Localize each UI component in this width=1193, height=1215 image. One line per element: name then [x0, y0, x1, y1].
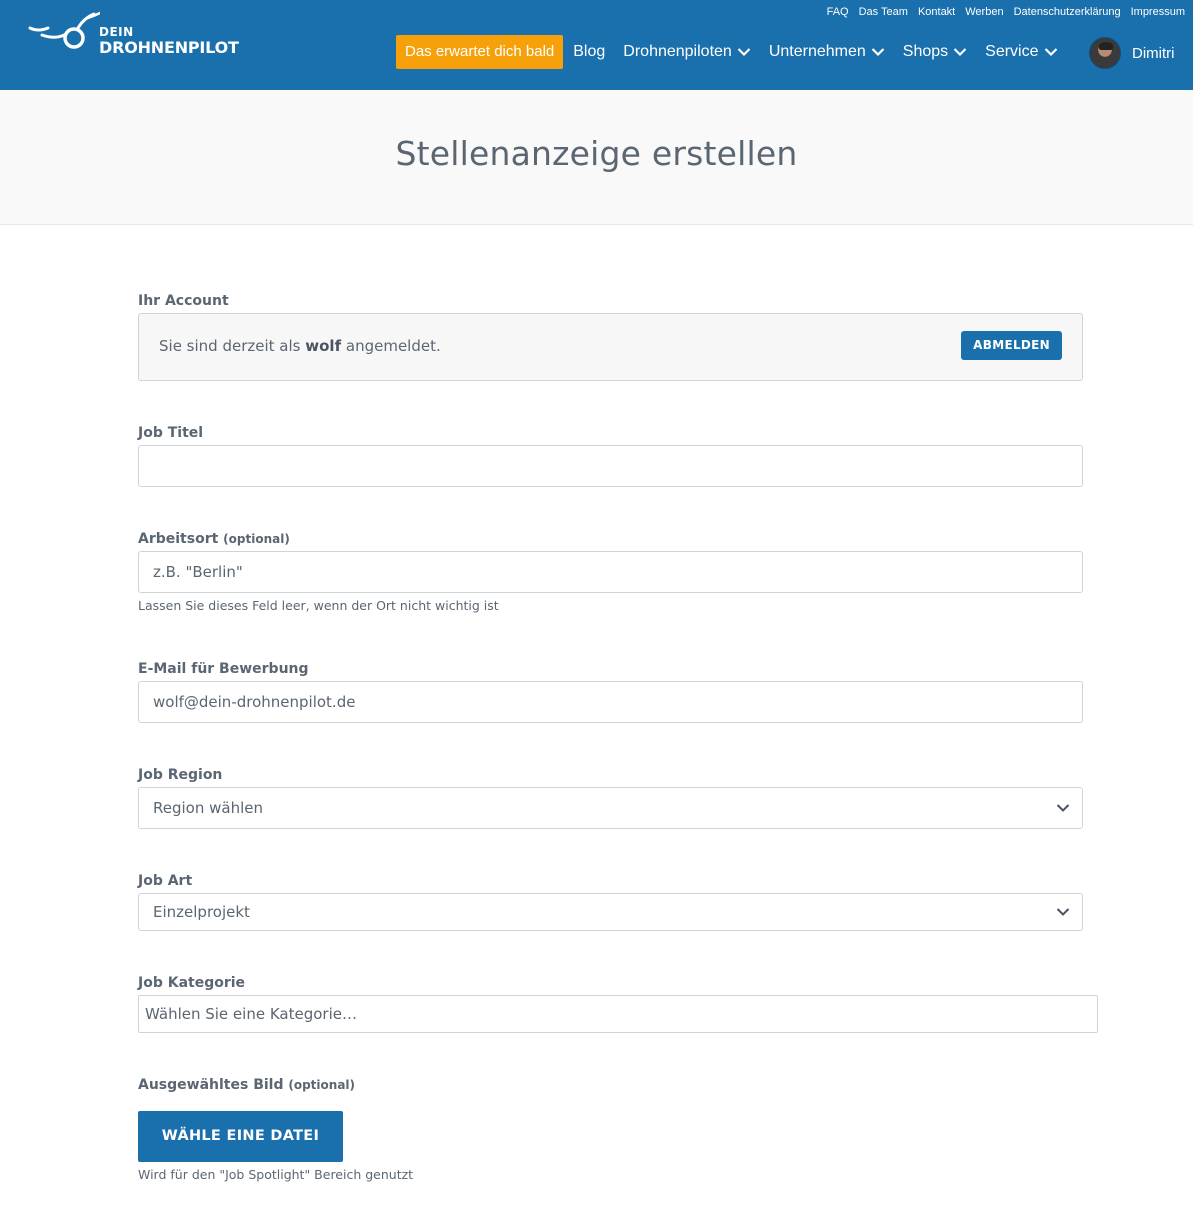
job-title-input[interactable]: [138, 445, 1083, 487]
top-link-faq[interactable]: FAQ: [827, 6, 849, 18]
job-title-label: Job Titel: [138, 425, 204, 441]
nav-item-blog[interactable]: Blog: [573, 43, 605, 61]
nav-item-label: Service: [985, 43, 1039, 60]
logout-button[interactable]: ABMELDEN: [961, 331, 1062, 360]
avatar: [1089, 37, 1121, 69]
email-label: E-Mail für Bewerbung: [138, 661, 309, 677]
top-links: FAQ Das Team Kontakt Werben Datenschutze…: [827, 6, 1185, 18]
top-link-contact[interactable]: Kontakt: [918, 6, 955, 18]
job-type-label: Job Art: [138, 873, 193, 889]
chevron-down-icon: [871, 48, 885, 57]
account-text-after: angemeldet.: [345, 337, 441, 355]
image-hint: Wird für den "Job Spotlight" Bereich gen…: [138, 1167, 414, 1182]
nav-item-label: Shops: [902, 43, 949, 60]
chevron-down-icon: [1056, 804, 1070, 812]
nav-item-shops[interactable]: Shops: [903, 43, 967, 61]
page-title: Stellenanzeige erstellen: [395, 134, 798, 173]
account-username: wolf: [305, 337, 342, 355]
site-header: DEIN DROHNENPILOT FAQ Das Team Kontakt W…: [0, 0, 1193, 90]
chevron-down-icon: [1044, 48, 1057, 57]
top-link-imprint[interactable]: Impressum: [1131, 6, 1185, 18]
nav-item-drohnenpiloten[interactable]: Drohnenpiloten: [623, 43, 751, 61]
region-select[interactable]: Region wählen: [138, 787, 1083, 829]
category-placeholder: Wählen Sie eine Kategorie…: [145, 1005, 357, 1023]
image-label: Ausgewähltes Bild (optional): [138, 1077, 355, 1093]
chevron-down-icon: [1056, 908, 1070, 916]
nav-item-label: Drohnenpiloten: [623, 43, 732, 60]
top-link-privacy[interactable]: Datenschutzerklärung: [1014, 6, 1121, 18]
job-type-selected-value: Einzelprojekt: [153, 903, 250, 921]
nav-item-service[interactable]: Service: [985, 43, 1057, 61]
location-hint: Lassen Sie dieses Feld leer, wenn der Or…: [138, 598, 499, 613]
job-type-select[interactable]: Einzelprojekt: [138, 893, 1083, 931]
chevron-down-icon: [737, 48, 751, 57]
user-name: Dimitri: [1132, 44, 1175, 62]
category-multiselect[interactable]: Wählen Sie eine Kategorie…: [138, 995, 1098, 1033]
logo-line-2: DROHNENPILOT: [99, 38, 239, 57]
cta-button[interactable]: Das erwartet dich bald: [396, 35, 564, 69]
account-box: Sie sind derzeit als wolf angemeldet. AB…: [138, 313, 1083, 381]
location-label-text: Arbeitsort: [138, 531, 219, 547]
account-status-text: Sie sind derzeit als wolf angemeldet.: [159, 337, 441, 355]
account-label: Ihr Account: [138, 293, 229, 309]
top-link-advertise[interactable]: Werben: [965, 6, 1003, 18]
region-label: Job Region: [138, 767, 223, 783]
location-input[interactable]: [138, 551, 1083, 593]
image-label-text: Ausgewähltes Bild: [138, 1077, 284, 1093]
drone-logo-icon: [28, 11, 100, 49]
nav-item-label: Unternehmen: [768, 43, 866, 60]
logo-wordmark: DEIN DROHNENPILOT: [99, 26, 239, 56]
region-selected-value: Region wählen: [153, 799, 263, 817]
main-nav: Das erwartet dich bald Blog Drohnenpilot…: [396, 35, 1066, 69]
category-label: Job Kategorie: [138, 975, 246, 991]
image-optional-tag: (optional): [288, 1078, 356, 1092]
nav-item-label: Blog: [573, 43, 606, 60]
site-logo[interactable]: DEIN DROHNENPILOT: [28, 10, 239, 60]
chevron-down-icon: [953, 48, 967, 57]
user-menu[interactable]: Dimitri: [1089, 37, 1175, 69]
logo-line-1: DEIN: [99, 25, 134, 39]
email-input[interactable]: [138, 681, 1083, 723]
account-text-before: Sie sind derzeit als: [159, 337, 301, 355]
nav-item-unternehmen[interactable]: Unternehmen: [769, 43, 885, 61]
top-link-team[interactable]: Das Team: [859, 6, 908, 18]
location-optional-tag: (optional): [223, 532, 290, 546]
location-label: Arbeitsort (optional): [138, 531, 290, 547]
choose-file-button[interactable]: WÄHLE EINE DATEI: [138, 1111, 343, 1162]
page-title-band: Stellenanzeige erstellen: [0, 90, 1193, 225]
